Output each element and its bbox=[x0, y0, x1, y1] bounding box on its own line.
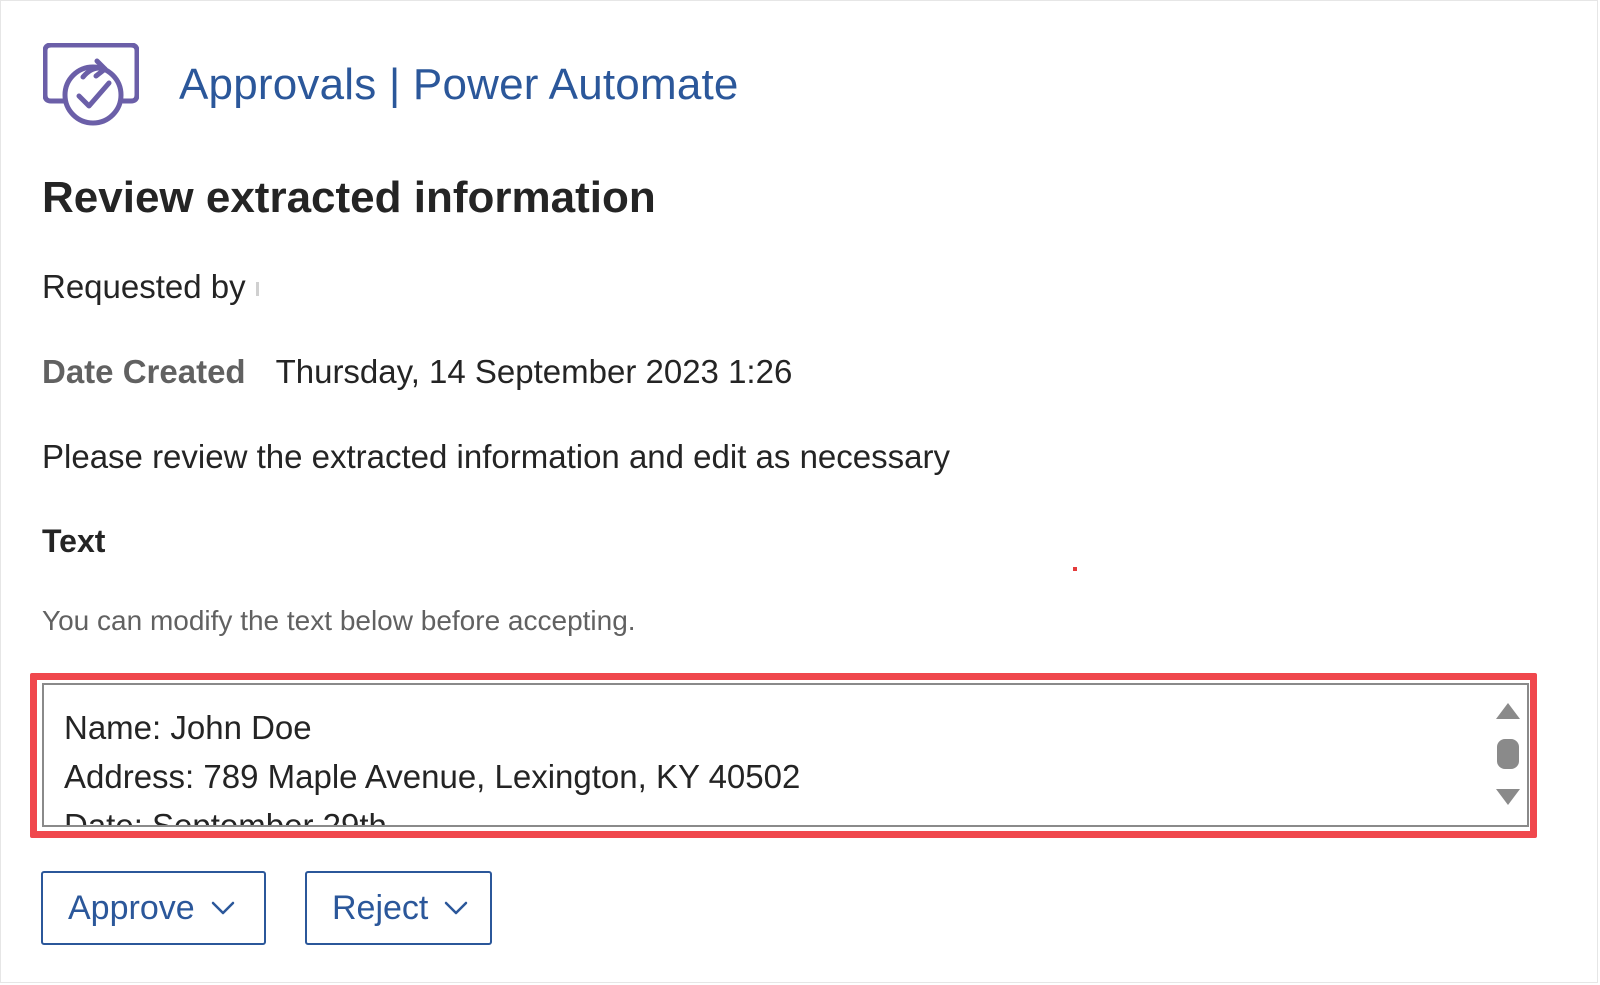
approval-card: Approvals | Power Automate Review extrac… bbox=[0, 0, 1598, 983]
scroll-thumb[interactable] bbox=[1497, 739, 1519, 769]
approve-button[interactable]: Approve bbox=[41, 871, 266, 945]
header: Approvals | Power Automate bbox=[43, 43, 739, 127]
requested-by-label: Requested by bbox=[42, 268, 246, 305]
date-created-label: Date Created bbox=[42, 353, 246, 390]
text-line-address: Address: 789 Maple Avenue, Lexington, KY… bbox=[64, 758, 801, 795]
requested-by-row: Requested by bbox=[42, 268, 259, 306]
reject-button-label: Reject bbox=[332, 888, 429, 927]
app-title: Approvals | Power Automate bbox=[179, 60, 739, 109]
date-created-value: Thursday, 14 September 2023 1:26 bbox=[275, 353, 793, 390]
date-created-row: Date Created Thursday, 14 September 2023 … bbox=[42, 353, 792, 391]
approval-check-icon bbox=[43, 43, 139, 126]
text-field-hint: You can modify the text below before acc… bbox=[42, 605, 636, 636]
text-field-label: Text bbox=[42, 523, 106, 559]
textarea-scrollbar[interactable] bbox=[1493, 691, 1523, 819]
red-marker bbox=[1073, 567, 1077, 571]
instructions-text: Please review the extracted information … bbox=[42, 438, 950, 475]
requester-name-redacted bbox=[255, 282, 259, 297]
extracted-text-content[interactable]: Name: John Doe Address: 789 Maple Avenue,… bbox=[64, 703, 801, 827]
scroll-down-arrow-icon[interactable] bbox=[1496, 789, 1520, 805]
page-title: Review extracted information bbox=[42, 173, 656, 222]
text-line-date: Date: September 29th bbox=[64, 807, 387, 827]
approve-button-label: Approve bbox=[68, 888, 195, 927]
scroll-up-arrow-icon[interactable] bbox=[1496, 703, 1520, 719]
chevron-down-icon bbox=[211, 901, 234, 915]
extracted-text-area[interactable]: Name: John Doe Address: 789 Maple Avenue,… bbox=[42, 683, 1529, 827]
text-line-name: Name: John Doe bbox=[64, 709, 312, 746]
reject-button[interactable]: Reject bbox=[305, 871, 492, 945]
chevron-down-icon bbox=[445, 901, 468, 915]
